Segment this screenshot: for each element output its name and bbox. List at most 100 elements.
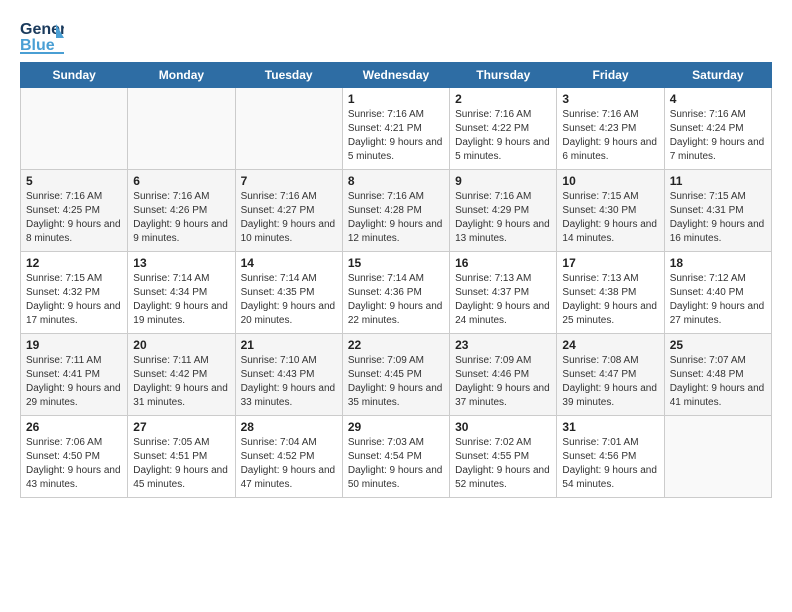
weekday-header: Tuesday xyxy=(235,63,342,88)
header: General Blue xyxy=(20,16,772,56)
day-number: 19 xyxy=(26,338,122,352)
day-info: Sunrise: 7:13 AM Sunset: 4:37 PM Dayligh… xyxy=(455,272,551,328)
day-number: 30 xyxy=(455,420,551,434)
calendar-cell: 17Sunrise: 7:13 AM Sunset: 4:38 PM Dayli… xyxy=(557,252,664,334)
calendar-cell: 18 Sunrise: 7:12 AM Sunset: 4:40 PM Dayli… xyxy=(664,252,771,334)
calendar-cell: 7 Sunrise: 7:16 AM Sunset: 4:27 PM Daylig… xyxy=(235,170,342,252)
logo-icon: General Blue xyxy=(20,16,64,56)
day-number: 5 xyxy=(26,174,122,188)
calendar-cell: 28 Sunrise: 7:04 AM Sunset: 4:52 PM Dayli… xyxy=(235,416,342,498)
day-info: Sunrise: 7:15 AM Sunset: 4:32 PM Dayligh… xyxy=(26,272,122,328)
calendar-cell: 2 Sunrise: 7:16 AM Sunset: 4:22 PM Daylig… xyxy=(450,88,557,170)
weekday-header: Friday xyxy=(557,63,664,88)
day-info: Sunrise: 7:09 AM Sunset: 4:45 PM Dayligh… xyxy=(348,354,444,410)
day-info: Sunrise: 7:16 AM Sunset: 4:25 PM Dayligh… xyxy=(26,190,122,246)
day-number: 7 xyxy=(241,174,337,188)
day-number: 18 xyxy=(670,256,766,270)
calendar-week-row: 1Sunrise: 7:16 AM Sunset: 4:21 PM Daylig… xyxy=(21,88,772,170)
day-info: Sunrise: 7:16 AM Sunset: 4:21 PM Dayligh… xyxy=(348,108,444,164)
day-number: 10 xyxy=(562,174,658,188)
calendar-cell: 9 Sunrise: 7:16 AM Sunset: 4:29 PM Daylig… xyxy=(450,170,557,252)
day-info: Sunrise: 7:15 AM Sunset: 4:30 PM Dayligh… xyxy=(562,190,658,246)
day-info: Sunrise: 7:06 AM Sunset: 4:50 PM Dayligh… xyxy=(26,436,122,492)
calendar-cell: 27 Sunrise: 7:05 AM Sunset: 4:51 PM Dayli… xyxy=(128,416,235,498)
day-number: 3 xyxy=(562,92,658,106)
day-info: Sunrise: 7:11 AM Sunset: 4:42 PM Dayligh… xyxy=(133,354,229,410)
day-number: 25 xyxy=(670,338,766,352)
day-info: Sunrise: 7:07 AM Sunset: 4:48 PM Dayligh… xyxy=(670,354,766,410)
calendar-cell: 24 Sunrise: 7:08 AM Sunset: 4:47 PM Dayli… xyxy=(557,334,664,416)
day-info: Sunrise: 7:10 AM Sunset: 4:43 PM Dayligh… xyxy=(241,354,337,410)
calendar-cell: 6Sunrise: 7:16 AM Sunset: 4:26 PM Daylig… xyxy=(128,170,235,252)
weekday-header: Monday xyxy=(128,63,235,88)
day-number: 13 xyxy=(133,256,229,270)
day-number: 2 xyxy=(455,92,551,106)
calendar-cell: 4 Sunrise: 7:16 AM Sunset: 4:24 PM Daylig… xyxy=(664,88,771,170)
day-number: 12 xyxy=(26,256,122,270)
day-number: 29 xyxy=(348,420,444,434)
calendar-cell xyxy=(664,416,771,498)
day-info: Sunrise: 7:11 AM Sunset: 4:41 PM Dayligh… xyxy=(26,354,122,410)
calendar-cell: 1Sunrise: 7:16 AM Sunset: 4:21 PM Daylig… xyxy=(342,88,449,170)
day-info: Sunrise: 7:14 AM Sunset: 4:36 PM Dayligh… xyxy=(348,272,444,328)
day-number: 4 xyxy=(670,92,766,106)
calendar-cell: 26 Sunrise: 7:06 AM Sunset: 4:50 PM Dayli… xyxy=(21,416,128,498)
day-info: Sunrise: 7:16 AM Sunset: 4:22 PM Dayligh… xyxy=(455,108,551,164)
svg-text:Blue: Blue xyxy=(20,37,55,54)
calendar-cell: 30 Sunrise: 7:02 AM Sunset: 4:55 PM Dayli… xyxy=(450,416,557,498)
day-number: 28 xyxy=(241,420,337,434)
day-info: Sunrise: 7:01 AM Sunset: 4:56 PM Dayligh… xyxy=(562,436,658,492)
day-info: Sunrise: 7:16 AM Sunset: 4:29 PM Dayligh… xyxy=(455,190,551,246)
calendar-cell: 29 Sunrise: 7:03 AM Sunset: 4:54 PM Dayli… xyxy=(342,416,449,498)
day-number: 14 xyxy=(241,256,337,270)
day-info: Sunrise: 7:16 AM Sunset: 4:23 PM Dayligh… xyxy=(562,108,658,164)
day-number: 17 xyxy=(562,256,658,270)
calendar-cell: 13 Sunrise: 7:14 AM Sunset: 4:34 PM Dayli… xyxy=(128,252,235,334)
day-number: 20 xyxy=(133,338,229,352)
calendar-cell: 20 Sunrise: 7:11 AM Sunset: 4:42 PM Dayli… xyxy=(128,334,235,416)
calendar-cell: 25 Sunrise: 7:07 AM Sunset: 4:48 PM Dayli… xyxy=(664,334,771,416)
day-number: 27 xyxy=(133,420,229,434)
day-number: 9 xyxy=(455,174,551,188)
day-info: Sunrise: 7:03 AM Sunset: 4:54 PM Dayligh… xyxy=(348,436,444,492)
calendar-cell xyxy=(21,88,128,170)
day-number: 11 xyxy=(670,174,766,188)
calendar-cell: 31 Sunrise: 7:01 AM Sunset: 4:56 PM Dayli… xyxy=(557,416,664,498)
day-number: 24 xyxy=(562,338,658,352)
weekday-header: Wednesday xyxy=(342,63,449,88)
day-info: Sunrise: 7:08 AM Sunset: 4:47 PM Dayligh… xyxy=(562,354,658,410)
calendar-cell xyxy=(235,88,342,170)
calendar-header-row: SundayMondayTuesdayWednesdayThursdayFrid… xyxy=(21,63,772,88)
day-number: 31 xyxy=(562,420,658,434)
calendar-cell: 22Sunrise: 7:09 AM Sunset: 4:45 PM Dayli… xyxy=(342,334,449,416)
calendar-cell: 23 Sunrise: 7:09 AM Sunset: 4:46 PM Dayli… xyxy=(450,334,557,416)
logo: General Blue xyxy=(20,16,64,56)
day-number: 6 xyxy=(133,174,229,188)
calendar-cell: 8Sunrise: 7:16 AM Sunset: 4:28 PM Daylig… xyxy=(342,170,449,252)
day-info: Sunrise: 7:02 AM Sunset: 4:55 PM Dayligh… xyxy=(455,436,551,492)
day-info: Sunrise: 7:05 AM Sunset: 4:51 PM Dayligh… xyxy=(133,436,229,492)
day-info: Sunrise: 7:16 AM Sunset: 4:24 PM Dayligh… xyxy=(670,108,766,164)
day-info: Sunrise: 7:16 AM Sunset: 4:27 PM Dayligh… xyxy=(241,190,337,246)
day-number: 21 xyxy=(241,338,337,352)
calendar-week-row: 26 Sunrise: 7:06 AM Sunset: 4:50 PM Dayli… xyxy=(21,416,772,498)
day-info: Sunrise: 7:04 AM Sunset: 4:52 PM Dayligh… xyxy=(241,436,337,492)
calendar-cell: 16 Sunrise: 7:13 AM Sunset: 4:37 PM Dayli… xyxy=(450,252,557,334)
day-number: 15 xyxy=(348,256,444,270)
calendar-cell: 19 Sunrise: 7:11 AM Sunset: 4:41 PM Dayli… xyxy=(21,334,128,416)
day-info: Sunrise: 7:09 AM Sunset: 4:46 PM Dayligh… xyxy=(455,354,551,410)
day-info: Sunrise: 7:15 AM Sunset: 4:31 PM Dayligh… xyxy=(670,190,766,246)
weekday-header: Sunday xyxy=(21,63,128,88)
weekday-header: Saturday xyxy=(664,63,771,88)
day-number: 16 xyxy=(455,256,551,270)
weekday-header: Thursday xyxy=(450,63,557,88)
day-info: Sunrise: 7:14 AM Sunset: 4:35 PM Dayligh… xyxy=(241,272,337,328)
day-info: Sunrise: 7:14 AM Sunset: 4:34 PM Dayligh… xyxy=(133,272,229,328)
day-info: Sunrise: 7:12 AM Sunset: 4:40 PM Dayligh… xyxy=(670,272,766,328)
day-number: 8 xyxy=(348,174,444,188)
calendar-cell: 11 Sunrise: 7:15 AM Sunset: 4:31 PM Dayli… xyxy=(664,170,771,252)
calendar-week-row: 5 Sunrise: 7:16 AM Sunset: 4:25 PM Daylig… xyxy=(21,170,772,252)
calendar-cell: 12 Sunrise: 7:15 AM Sunset: 4:32 PM Dayli… xyxy=(21,252,128,334)
day-number: 23 xyxy=(455,338,551,352)
day-number: 26 xyxy=(26,420,122,434)
